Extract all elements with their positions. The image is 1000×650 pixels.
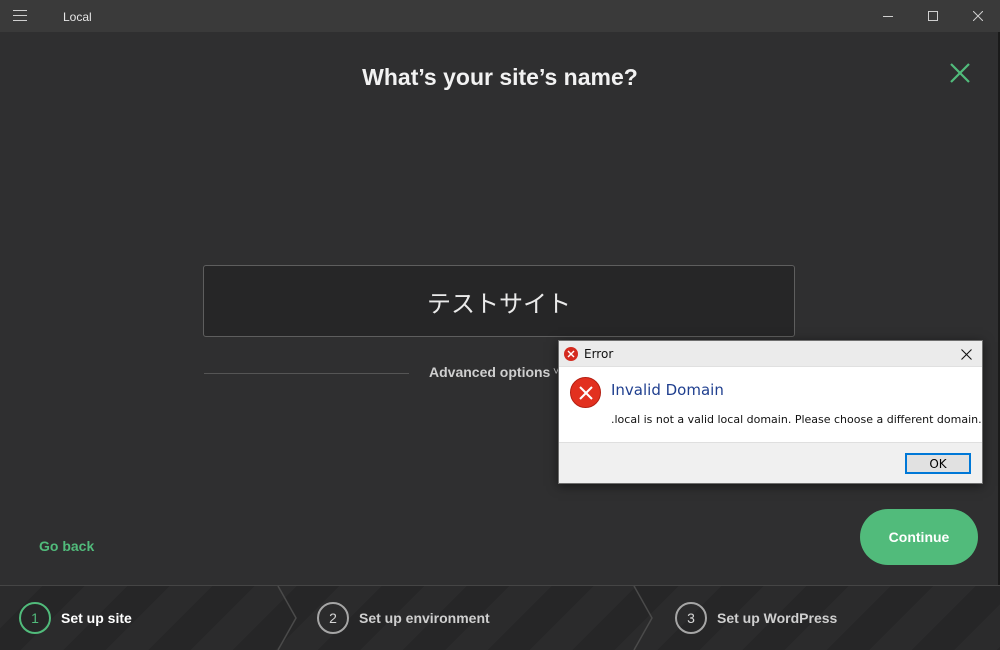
step-set-up-environment: 2 Set up environment	[317, 586, 490, 650]
dialog-body: Invalid Domain .local is not a valid loc…	[559, 367, 982, 443]
continue-button[interactable]: Continue	[860, 509, 978, 565]
ok-button[interactable]: OK	[905, 453, 971, 474]
main-content: What’s your site’s name? Advanced option…	[0, 32, 1000, 585]
dialog-close-button[interactable]	[950, 341, 982, 367]
step-label: Set up environment	[359, 610, 490, 626]
minimize-button[interactable]	[866, 0, 910, 32]
error-icon	[564, 347, 578, 361]
close-icon	[973, 11, 983, 21]
close-icon	[960, 348, 972, 360]
hamburger-icon[interactable]	[13, 10, 27, 22]
step-set-up-wordpress: 3 Set up WordPress	[675, 586, 837, 650]
dialog-message: .local is not a valid local domain. Plea…	[611, 413, 982, 426]
step-label: Set up site	[61, 610, 132, 626]
dialog-heading: Invalid Domain	[611, 381, 724, 399]
error-icon	[570, 377, 601, 408]
go-back-link[interactable]: Go back	[39, 538, 94, 554]
step-number: 1	[19, 602, 51, 634]
step-set-up-site: 1 Set up site	[19, 586, 132, 650]
minimize-icon	[883, 16, 893, 17]
close-icon	[950, 63, 970, 83]
maximize-icon	[928, 11, 938, 21]
advanced-options-toggle[interactable]: Advanced options	[429, 364, 550, 380]
error-dialog: Error Invalid Domain .local is not a val…	[558, 340, 983, 484]
close-wizard-button[interactable]	[947, 60, 973, 86]
title-bar: Local	[0, 0, 1000, 32]
divider	[204, 373, 409, 374]
app-title: Local	[63, 10, 92, 24]
maximize-button[interactable]	[911, 0, 955, 32]
chevron-right-icon	[277, 586, 297, 650]
step-number: 2	[317, 602, 349, 634]
site-name-input[interactable]	[203, 265, 795, 337]
dialog-title-bar: Error	[559, 341, 982, 367]
step-progress-bar: 1 Set up site 2 Set up environment 3 Set…	[0, 585, 1000, 650]
chevron-right-icon	[633, 586, 653, 650]
dialog-title: Error	[584, 347, 614, 361]
step-number: 3	[675, 602, 707, 634]
page-title: What’s your site’s name?	[362, 64, 638, 90]
step-label: Set up WordPress	[717, 610, 838, 626]
dialog-footer: OK	[559, 442, 982, 483]
window-close-button[interactable]	[956, 0, 1000, 32]
